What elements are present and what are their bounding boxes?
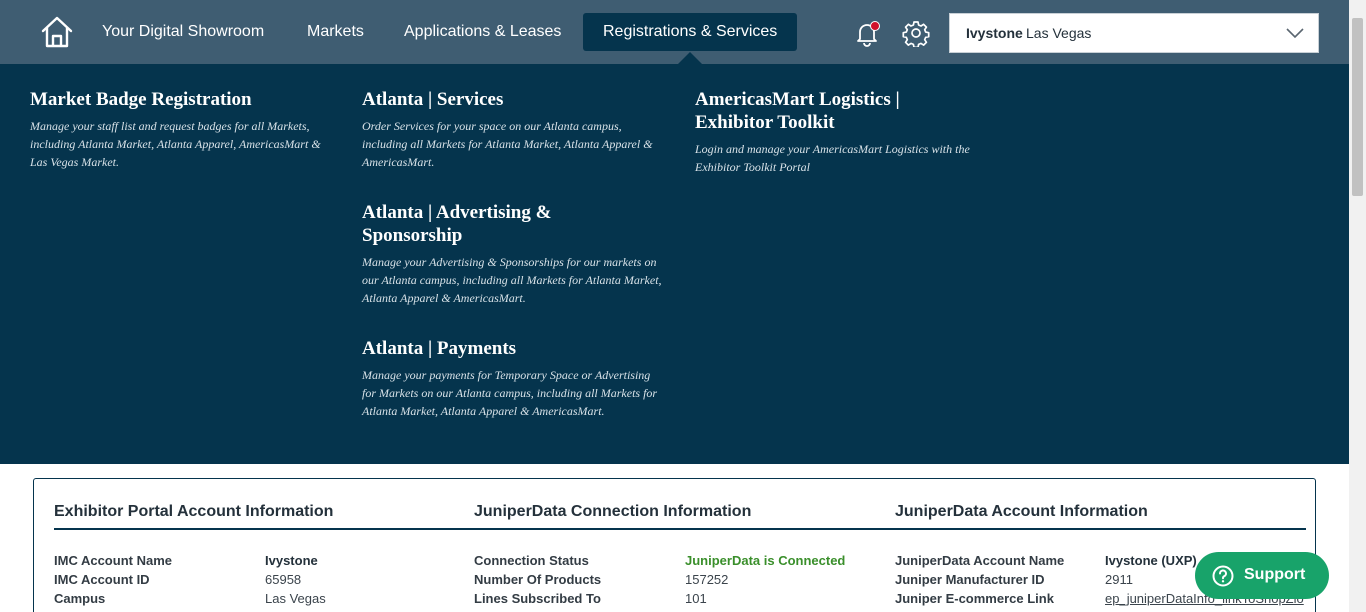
divider [54, 528, 1306, 530]
label-imc-account-name: IMC Account Name [54, 553, 172, 568]
page: Your Digital Showroom Markets Applicatio… [0, 0, 1366, 612]
menu-item-title[interactable]: Atlanta | Services [362, 88, 662, 111]
menu-item-description: Login and manage your AmericasMart Logis… [695, 142, 970, 174]
scrollbar-thumb[interactable] [1352, 18, 1363, 196]
value-campus: Las Vegas [265, 591, 326, 606]
nav-applications-leases[interactable]: Applications & Leases [384, 13, 581, 51]
label-campus: Campus [54, 591, 106, 606]
section-title-exhibitor: Exhibitor Portal Account Information [54, 503, 334, 520]
menu-item-title[interactable]: Atlanta | Advertising & Sponsorship [362, 201, 602, 247]
section-title-juniper-account: JuniperData Account Information [895, 503, 1148, 520]
label-number-of-products: Number Of Products [474, 572, 602, 587]
notification-badge [870, 21, 880, 31]
label-lines-subscribed: Lines Subscribed To [474, 591, 601, 606]
section-title-connection: JuniperData Connection Information [474, 503, 752, 520]
chevron-down-icon [1286, 28, 1304, 39]
support-label: Support [1244, 566, 1306, 583]
nav-markets[interactable]: Markets [287, 13, 384, 51]
account-selector[interactable]: Ivystone Las Vegas [949, 13, 1319, 53]
menu-item-logistics[interactable]: AmericasMart Logistics | Exhibitor Toolk… [695, 88, 975, 176]
label-juniper-ecommerce-link: Juniper E-commerce Link [895, 591, 1054, 606]
menu-item-title[interactable]: Atlanta | Payments [362, 337, 662, 360]
top-nav: Your Digital Showroom Markets Applicatio… [0, 0, 1349, 64]
menu-item-atlanta-services[interactable]: Atlanta | Services Order Services for yo… [362, 88, 662, 171]
page-scrollbar[interactable] [1349, 0, 1366, 612]
value-connection-status: JuniperData is Connected [685, 553, 846, 568]
account-location: Las Vegas [1026, 25, 1092, 41]
menu-item-market-badge[interactable]: Market Badge Registration Manage your st… [30, 88, 330, 171]
value-imc-account-name: Ivystone [265, 553, 318, 568]
account-info-panel: Exhibitor Portal Account Information Jun… [33, 478, 1316, 612]
value-number-of-products: 157252 [685, 572, 729, 587]
support-button[interactable]: Support [1195, 552, 1329, 599]
menu-item-atlanta-payments[interactable]: Atlanta | Payments Manage your payments … [362, 337, 662, 420]
gear-icon[interactable] [902, 19, 930, 47]
menu-item-description: Manage your staff list and request badge… [30, 119, 321, 169]
nav-registrations-services[interactable]: Registrations & Services [583, 13, 798, 51]
value-juniper-manufacturer-id: 2911 [1105, 572, 1133, 587]
menu-item-title[interactable]: AmericasMart Logistics | Exhibitor Toolk… [695, 88, 935, 134]
menu-item-atlanta-advertising[interactable]: Atlanta | Advertising & Sponsorship Mana… [362, 201, 662, 307]
label-connection-status: Connection Status [474, 553, 589, 568]
label-juniper-manufacturer-id: Juniper Manufacturer ID [895, 572, 1045, 587]
menu-item-title[interactable]: Market Badge Registration [30, 88, 330, 111]
help-icon [1212, 565, 1234, 587]
home-icon[interactable] [40, 16, 74, 48]
active-menu-caret [678, 52, 702, 64]
menu-item-description: Manage your payments for Temporary Space… [362, 368, 658, 418]
value-imc-account-id: 65958 [265, 572, 302, 587]
nav-digital-showroom[interactable]: Your Digital Showroom [82, 13, 284, 51]
menu-item-description: Manage your Advertising & Sponsorships f… [362, 255, 662, 305]
label-imc-account-id: IMC Account ID [54, 572, 150, 587]
account-name: Ivystone [966, 25, 1023, 41]
registrations-mega-menu: Market Badge Registration Manage your st… [0, 64, 1349, 464]
value-lines-subscribed: 101 [685, 591, 707, 606]
label-juniper-account-name: JuniperData Account Name [895, 553, 1065, 568]
menu-item-description: Order Services for your space on our Atl… [362, 119, 653, 169]
value-juniper-account-name: Ivystone (UXP) [1105, 553, 1197, 568]
